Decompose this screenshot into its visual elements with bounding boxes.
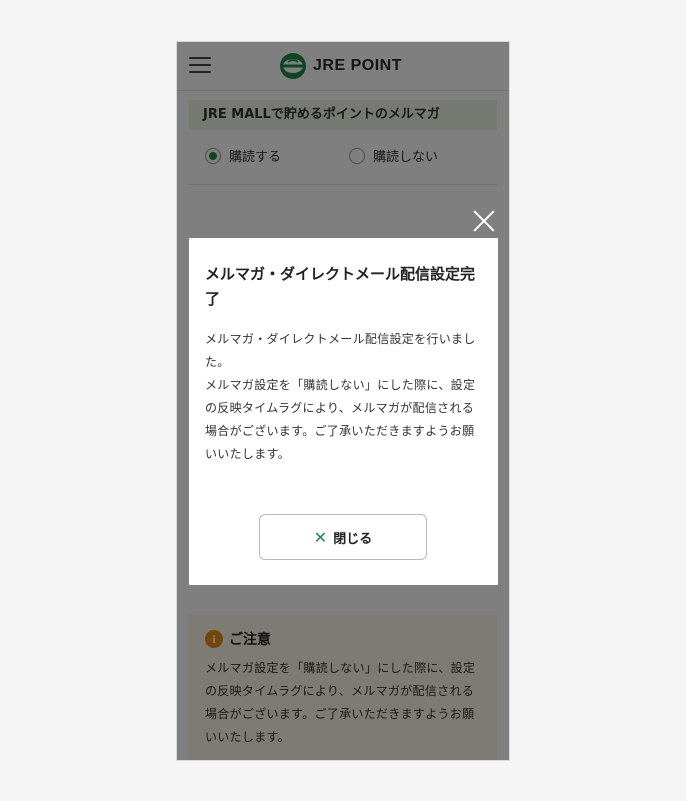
dialog-caution: メルマガ設定を「購読しない」にした際に、設定の反映タイムラグにより、メルマガが配…	[205, 378, 476, 461]
dialog-body: メルマガ・ダイレクトメール配信設定を行いました。 メルマガ設定を「購読しない」に…	[205, 328, 482, 466]
dialog-message: メルマガ・ダイレクトメール配信設定を行いました。	[205, 332, 476, 369]
close-button[interactable]: ✕ 閉じる	[259, 514, 427, 560]
close-button-label: 閉じる	[333, 531, 373, 547]
close-icon[interactable]	[472, 209, 496, 233]
phone-frame: JRE POINT JRE MALLで貯めるポイントのメルマガ 購読する 購読し…	[176, 41, 510, 761]
completion-dialog: メルマガ・ダイレクトメール配信設定完了 メルマガ・ダイレクトメール配信設定を行い…	[189, 238, 498, 585]
dialog-title: メルマガ・ダイレクトメール配信設定完了	[205, 265, 476, 308]
close-x-icon: ✕	[313, 527, 328, 547]
